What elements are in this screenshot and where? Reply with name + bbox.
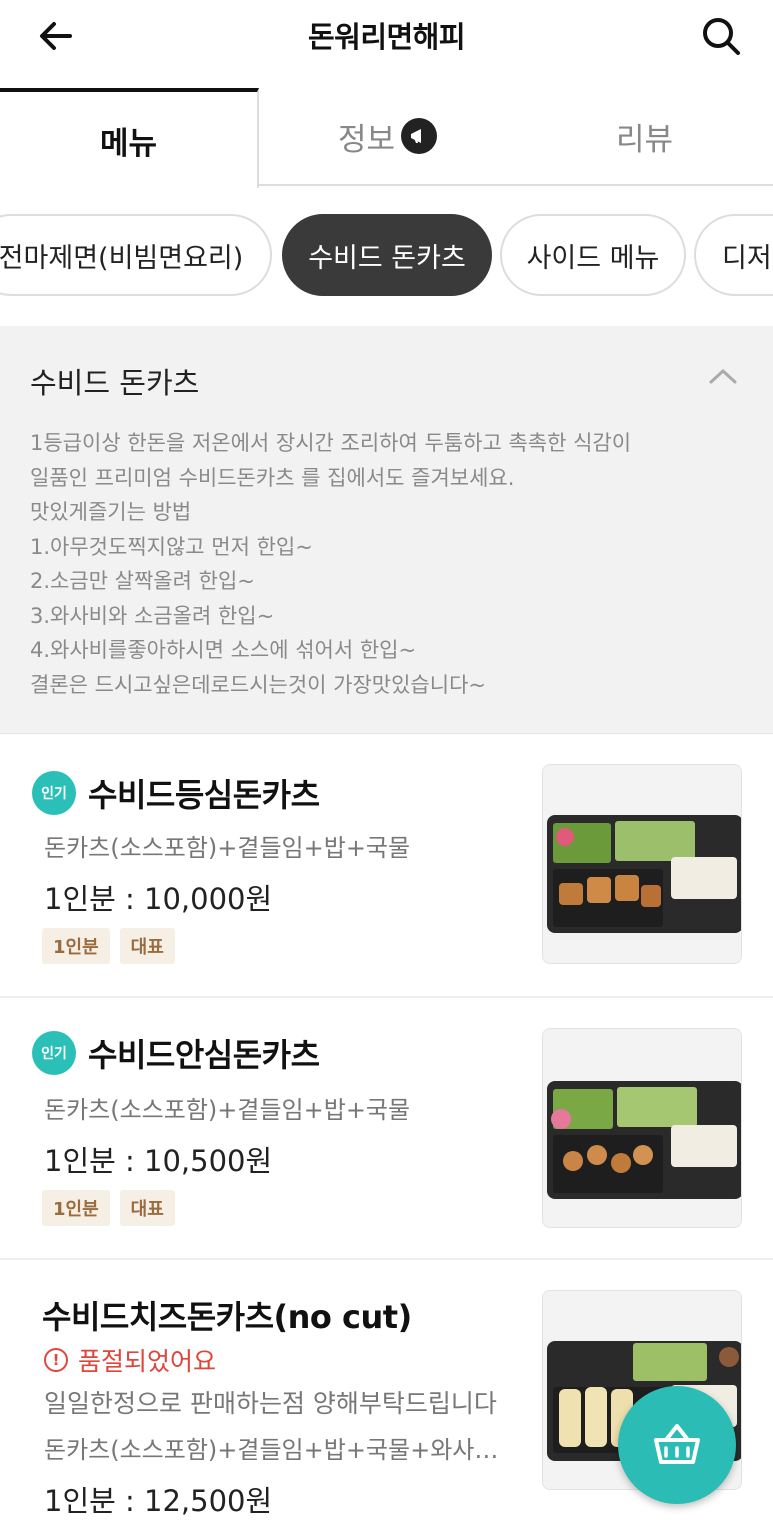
popular-badge: 인기 [32, 1031, 76, 1075]
item-note: 일일한정으로 판매하는점 양해부탁드립니다 [44, 1389, 497, 1418]
item-name: 수비드치즈돈카츠(no cut) [42, 1298, 412, 1336]
tab-info[interactable]: 정보 [259, 88, 516, 184]
item-name-row: 수비드치즈돈카츠(no cut) [32, 1292, 412, 1338]
popular-badge: 인기 [32, 771, 76, 815]
chip-category-active[interactable]: 수비드 돈카츠 [282, 214, 492, 296]
chip-category[interactable]: 전마제면(비빔면요리) [0, 214, 272, 296]
section-title: 수비드 돈카츠 [30, 366, 200, 400]
tab-menu[interactable]: 메뉴 [0, 88, 259, 188]
description-line: 4.와사비를좋아하시면 소스에 섞어서 한입~ [30, 638, 417, 662]
search-button[interactable] [691, 10, 751, 62]
chevron-up-icon [709, 368, 737, 384]
megaphone-icon [401, 118, 438, 154]
item-name: 수비드안심돈카츠 [88, 1036, 320, 1074]
tag-badge: 대표 [119, 1190, 175, 1226]
collapse-button[interactable] [703, 356, 743, 396]
item-price: 1인분 : 10,500원 [44, 1144, 273, 1178]
tag-badge: 대표 [119, 928, 175, 964]
tag-badge: 1인분 [42, 1190, 110, 1226]
search-icon [703, 18, 740, 55]
description-line: 1.아무것도찍지않고 먼저 한입~ [30, 534, 313, 559]
description-line: 맛있게즐기는 방법 [30, 500, 192, 524]
menu-item[interactable]: 인기 수비드안심돈카츠 돈카츠(소스포함)+곁들임+밥+국물 1인분 : 10,… [0, 998, 773, 1260]
tab-menu-label: 메뉴 [99, 125, 158, 162]
item-description: 돈카츠(소스포함)+곁들임+밥+국물+와사… [44, 1436, 499, 1464]
description-line: 결론은 드시고싶은데로드시는것이 가장맛있습니다~ [30, 672, 486, 697]
menu-item[interactable]: 인기 수비드등심돈카츠 돈카츠(소스포함)+곁들임+밥+국물 1인분 : 10,… [0, 734, 773, 998]
tab-bar: 메뉴 정보 리뷰 [0, 88, 773, 188]
tab-review-label: 리뷰 [615, 121, 674, 158]
category-section: 수비드 돈카츠 1등급이상 한돈을 저온에서 장시간 조리하여 두툼하고 촉촉한… [0, 326, 773, 734]
tag-badge: 1인분 [42, 928, 110, 964]
soldout-text: 품절되었어요 [78, 1347, 217, 1376]
item-description: 돈카츠(소스포함)+곁들임+밥+국물 [44, 1096, 411, 1124]
item-photo [542, 764, 742, 964]
item-photo [542, 1028, 742, 1228]
description-line: 3.와사비와 소금올려 한입~ [30, 603, 275, 628]
app-header: 돈워리면해피 [0, 0, 773, 90]
item-name-row: 인기 수비드등심돈카츠 [32, 770, 320, 816]
cart-button[interactable] [618, 1386, 736, 1504]
description-line: 1등급이상 한돈을 저온에서 장시간 조리하여 두툼하고 촉촉한 식감이 [30, 431, 632, 455]
item-description: 돈카츠(소스포함)+곁들임+밥+국물 [44, 834, 411, 862]
alert-icon: ! [44, 1348, 68, 1372]
item-tags: 1인분 대표 [42, 1190, 175, 1226]
item-tags: 1인분 대표 [42, 928, 175, 964]
soldout-notice: ! 품절되었어요 [44, 1342, 216, 1378]
item-name: 수비드등심돈카츠 [88, 776, 320, 814]
chip-category[interactable]: 디저트 [694, 214, 773, 296]
tab-review[interactable]: 리뷰 [516, 88, 773, 184]
description-line: 일품인 프리미엄 수비드돈카츠 를 집에서도 즐겨보세요. [30, 465, 515, 490]
category-chips: 전마제면(비빔면요리) 수비드 돈카츠 사이드 메뉴 디저트 [0, 214, 773, 300]
description-line: 2.소금만 살짝올려 한입~ [30, 569, 255, 593]
chip-category[interactable]: 사이드 메뉴 [500, 214, 686, 296]
tab-info-label: 정보 [337, 121, 396, 158]
store-title: 돈워리면해피 [307, 20, 466, 54]
item-name-row: 인기 수비드안심돈카츠 [32, 1030, 320, 1076]
item-price: 1인분 : 12,500원 [44, 1484, 273, 1518]
basket-icon [654, 1424, 700, 1464]
item-price: 1인분 : 10,000원 [44, 882, 273, 916]
section-description: 1등급이상 한돈을 저온에서 장시간 조리하여 두툼하고 촉촉한 식감이 일품인… [30, 426, 750, 702]
